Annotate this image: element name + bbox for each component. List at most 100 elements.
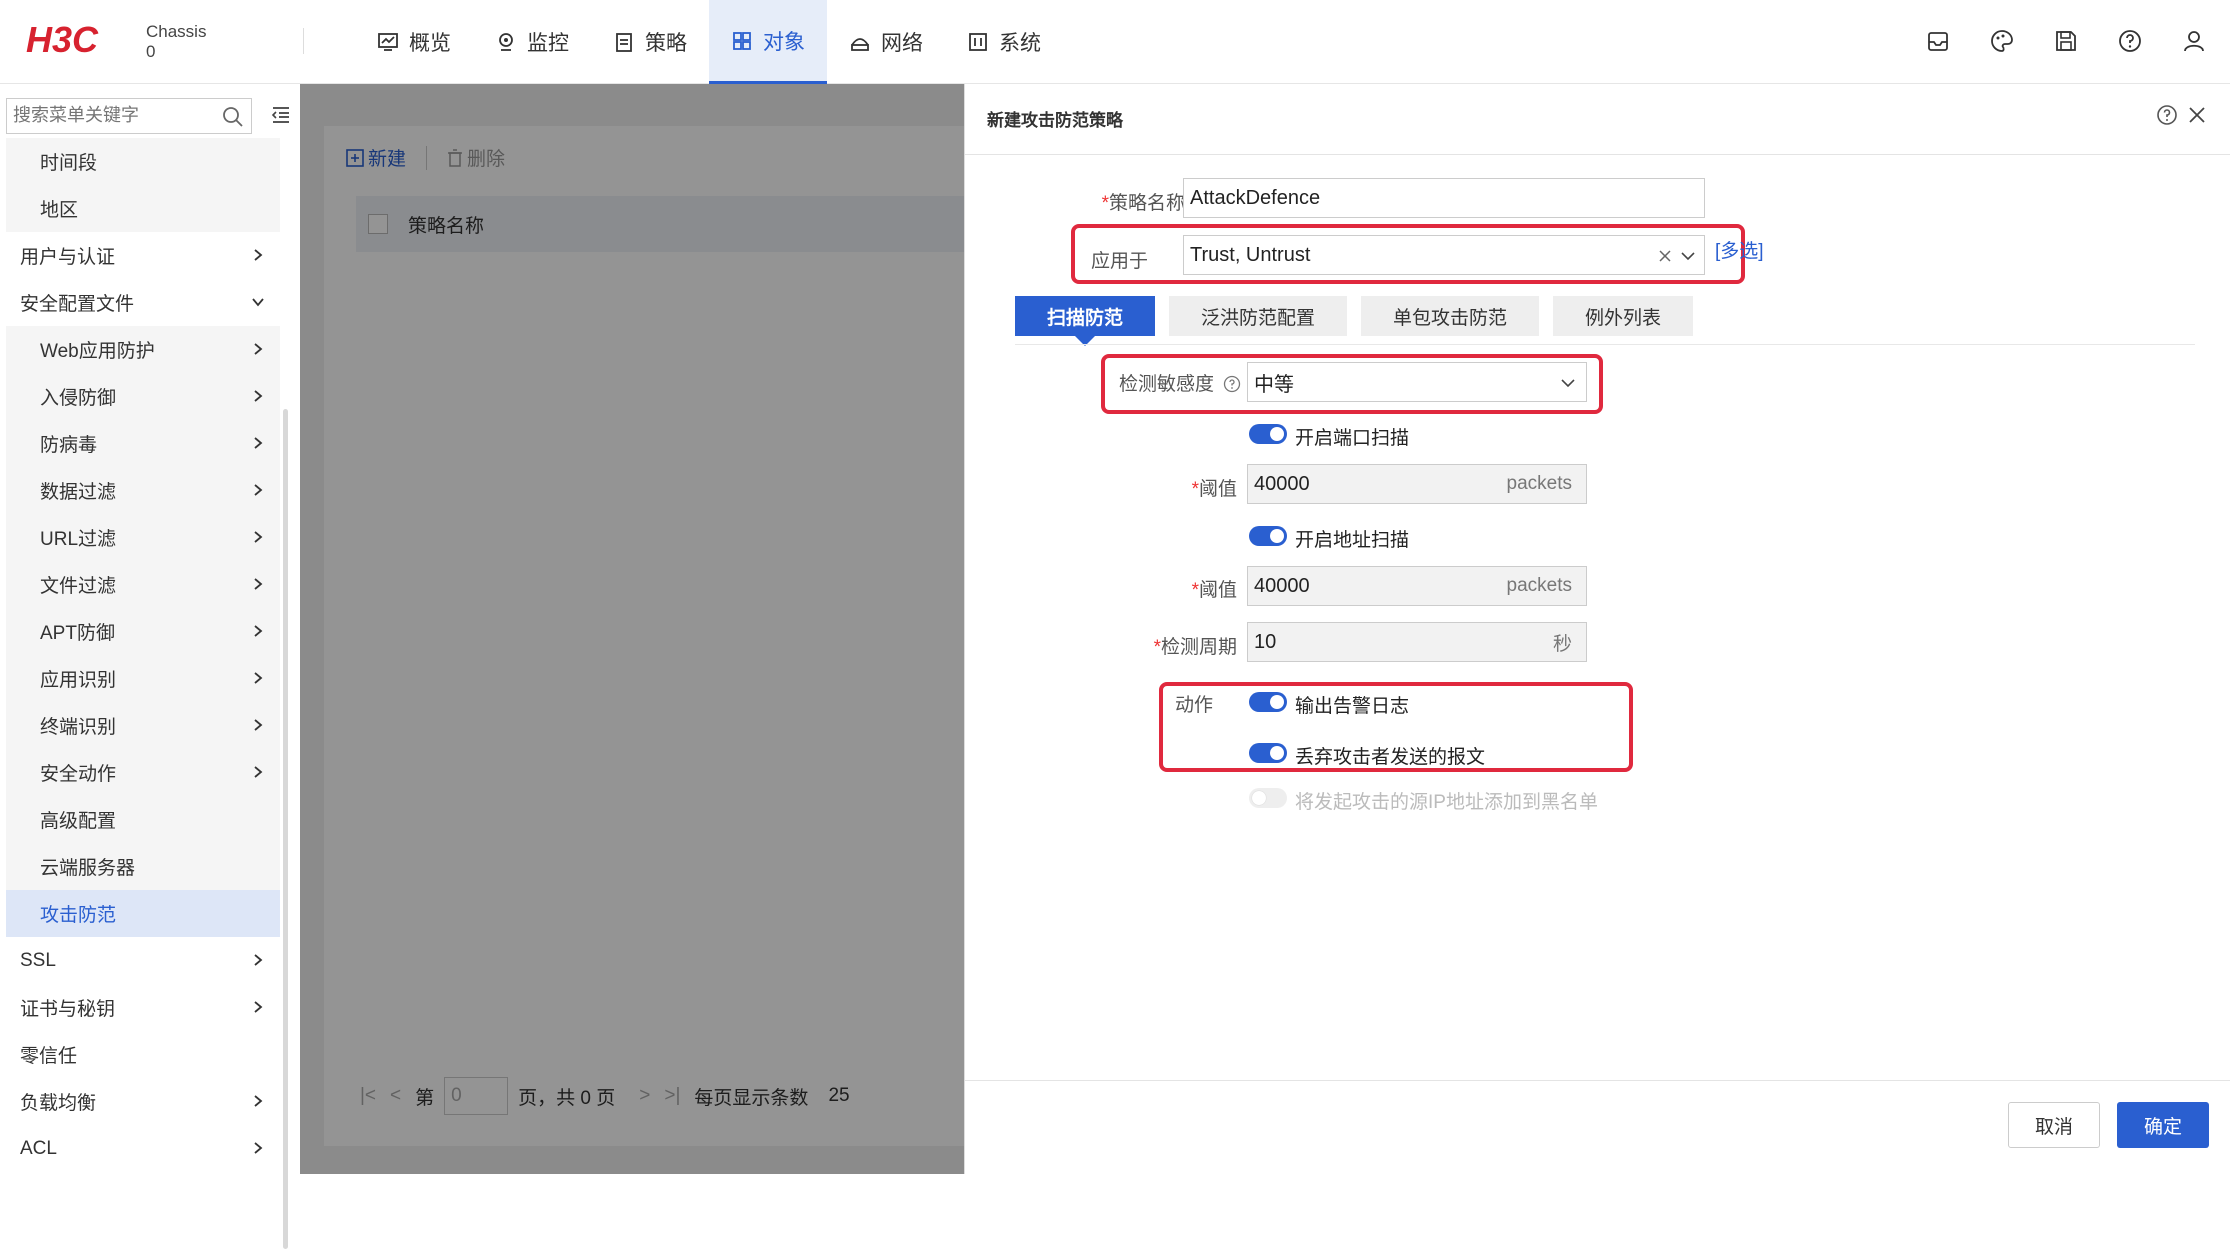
nav-monitor[interactable]: 监控 [473, 0, 591, 84]
nav-object[interactable]: 对象 [709, 0, 827, 84]
sidebar-item[interactable]: 时间段 [6, 138, 280, 185]
dialog-header-divider [965, 154, 2230, 155]
sidebar-item-label: APT防御 [40, 623, 115, 644]
modal-overlay[interactable] [300, 84, 964, 1174]
sidebar-item[interactable]: ACL [0, 1125, 280, 1172]
nav-monitor-label: 监控 [527, 32, 569, 55]
top-header: H3C Chassis 0 概览 监控 策略 对象 网络 系统 [0, 0, 2230, 84]
apply-to-label: 应用于 [1091, 251, 1149, 272]
sidebar-item[interactable]: SSL [0, 937, 280, 984]
sidebar-item-label: 地区 [40, 200, 79, 221]
menu-search-input[interactable] [7, 99, 207, 131]
addr-threshold-input[interactable]: 40000 packets [1247, 566, 1587, 606]
sidebar-item[interactable]: 终端识别 [6, 702, 280, 749]
port-scan-toggle[interactable] [1249, 424, 1287, 444]
palette-icon[interactable] [1986, 25, 2018, 57]
addr-scan-toggle[interactable] [1249, 526, 1287, 546]
sidebar-item-label: 防病毒 [40, 435, 98, 456]
apply-to-select[interactable]: Trust, Untrust [1183, 235, 1705, 275]
chevron-right-icon [254, 672, 263, 684]
alert-log-label: 输出告警日志 [1295, 696, 1410, 717]
period-input[interactable]: 10 秒 [1247, 622, 1587, 662]
addr-threshold-unit: packets [1506, 575, 1572, 596]
nav-policy-label: 策略 [645, 32, 687, 55]
nav-network[interactable]: 网络 [827, 0, 945, 84]
chevron-down-icon[interactable] [1560, 376, 1576, 390]
sidebar-item[interactable]: 安全动作 [6, 749, 280, 796]
tab-single-packet[interactable]: 单包攻击防范 [1361, 296, 1540, 336]
sidebar-item[interactable]: 证书与秘钥 [0, 984, 280, 1031]
nav-system[interactable]: 系统 [945, 0, 1063, 84]
sidebar-item[interactable]: 零信任 [0, 1031, 280, 1078]
sidebar-item[interactable]: 数据过滤 [6, 467, 280, 514]
close-icon[interactable] [2186, 104, 2208, 126]
object-icon [733, 31, 751, 50]
nav-object-label: 对象 [763, 30, 805, 54]
sidebar-item[interactable]: 用户与认证 [0, 232, 280, 279]
menu-search[interactable] [6, 98, 252, 134]
search-icon[interactable] [221, 105, 245, 129]
sidebar-item[interactable]: 防病毒 [6, 420, 280, 467]
sidebar-item-label: 云端服务器 [40, 858, 136, 879]
sidebar-item-label: 高级配置 [40, 811, 117, 832]
user-icon[interactable] [2178, 25, 2210, 57]
header-divider [303, 28, 304, 54]
multi-select-link[interactable]: [多选] [1715, 236, 1764, 263]
clear-icon[interactable] [1658, 249, 1672, 263]
tab-scan-defence[interactable]: 扫描防范 [1015, 296, 1156, 346]
help-icon[interactable] [2114, 25, 2146, 57]
sensitivity-label-text: 检测敏感度 [1119, 374, 1215, 395]
chassis-indicator: Chassis 0 [146, 22, 206, 62]
port-threshold-input[interactable]: 40000 packets [1247, 464, 1587, 504]
ok-button[interactable]: 确定 [2117, 1102, 2209, 1148]
monitor-icon [499, 33, 513, 51]
sidebar-item[interactable]: 安全配置文件 [0, 279, 280, 326]
h3c-logo[interactable]: H3C [26, 22, 138, 56]
blacklist-toggle[interactable] [1249, 788, 1287, 808]
sidebar-item-label: 终端识别 [40, 717, 117, 738]
action-label: 动作 [1175, 695, 1214, 716]
chevron-down-icon[interactable] [1680, 249, 1696, 263]
sensitivity-select[interactable]: 中等 [1247, 362, 1587, 402]
sidebar-item[interactable]: 入侵防御 [6, 373, 280, 420]
sidebar: 时间段地区用户与认证安全配置文件 Web应用防护入侵防御防病毒数据过滤 URL过滤文… [0, 84, 300, 1249]
nav-network-label: 网络 [881, 32, 923, 55]
tab-flood-defence[interactable]: 泛洪防范配置 [1169, 296, 1348, 336]
sidebar-item[interactable]: 负载均衡 [0, 1078, 280, 1125]
sidebar-item[interactable]: Web应用防护 [6, 326, 280, 373]
chevron-right-icon [254, 1095, 263, 1107]
period-value: 10 [1254, 630, 1277, 653]
alert-log-toggle[interactable] [1249, 692, 1287, 712]
cancel-button[interactable]: 取消 [2008, 1102, 2100, 1148]
port-threshold-label: *阈值 [1191, 479, 1237, 500]
sidebar-item[interactable]: 应用识别 [6, 655, 280, 702]
inbox-icon[interactable] [1922, 25, 1954, 57]
header-actions [1890, 25, 2210, 57]
sidebar-item-label: 负载均衡 [20, 1093, 97, 1114]
sidebar-item[interactable]: 云端服务器 [6, 843, 280, 890]
info-icon[interactable] [1223, 375, 1241, 393]
sidebar-item-label: 用户与认证 [20, 247, 116, 268]
tab-exception-list[interactable]: 例外列表 [1553, 296, 1694, 336]
sidebar-scrollbar[interactable] [283, 409, 288, 1249]
save-icon[interactable] [2050, 25, 2082, 57]
nav-overview[interactable]: 概览 [355, 0, 473, 84]
sidebar-item[interactable]: 攻击防范 [6, 890, 280, 937]
chevron-right-icon [254, 766, 263, 778]
policy-name-label: *策略名称 [1101, 193, 1185, 214]
sidebar-item[interactable]: 文件过滤 [6, 561, 280, 608]
addr-threshold-label-text: 阈值 [1198, 580, 1237, 601]
sidebar-item[interactable]: 地区 [6, 185, 280, 232]
drop-packets-toggle[interactable] [1249, 743, 1287, 763]
policy-name-input[interactable]: AttackDefence [1183, 178, 1705, 218]
nav-policy[interactable]: 策略 [591, 0, 709, 84]
help-icon[interactable] [2156, 104, 2178, 126]
sidebar-item[interactable]: URL过滤 [6, 514, 280, 561]
sidebar-item[interactable]: 高级配置 [6, 796, 280, 843]
port-threshold-label-text: 阈值 [1198, 479, 1237, 500]
sidebar-item[interactable]: APT防御 [6, 608, 280, 655]
sidebar-item-label: 应用识别 [40, 670, 117, 691]
collapse-menu-icon[interactable] [270, 104, 292, 126]
overview-icon [378, 33, 398, 51]
chevron-right-icon [254, 578, 263, 590]
